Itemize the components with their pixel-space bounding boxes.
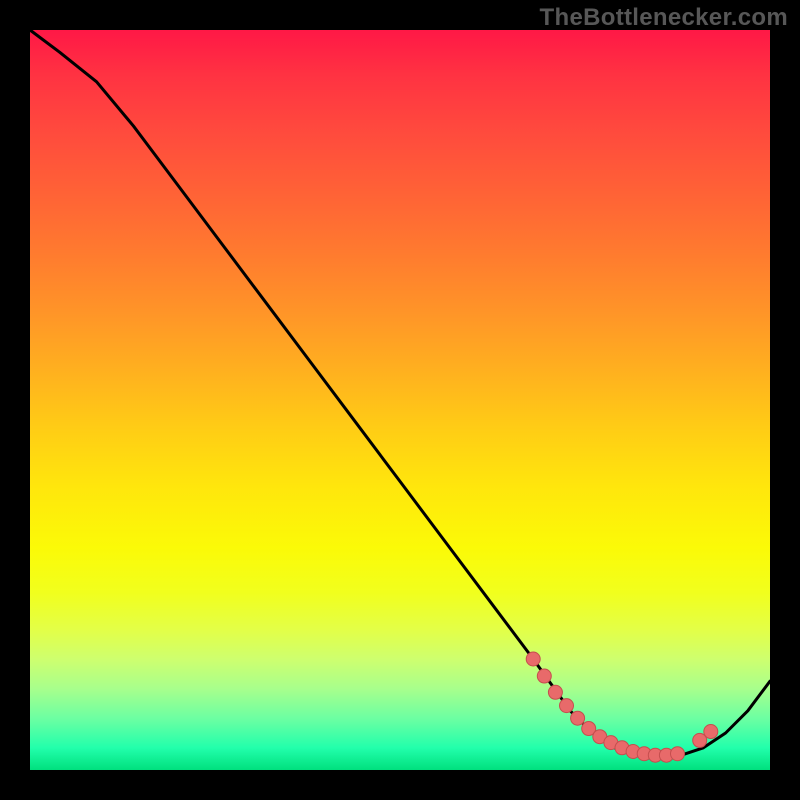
plot-area: [30, 30, 770, 770]
marker-dot: [704, 725, 718, 739]
watermark-text: TheBottlenecker.com: [540, 4, 788, 32]
chart-svg: [30, 30, 770, 770]
marker-dot: [560, 699, 574, 713]
marker-dot: [526, 652, 540, 666]
marker-dot: [548, 685, 562, 699]
marker-dot: [537, 669, 551, 683]
curve: [30, 30, 770, 755]
marker-dot: [571, 711, 585, 725]
chart-frame: TheBottlenecker.com: [0, 0, 800, 800]
marker-dot: [671, 747, 685, 761]
